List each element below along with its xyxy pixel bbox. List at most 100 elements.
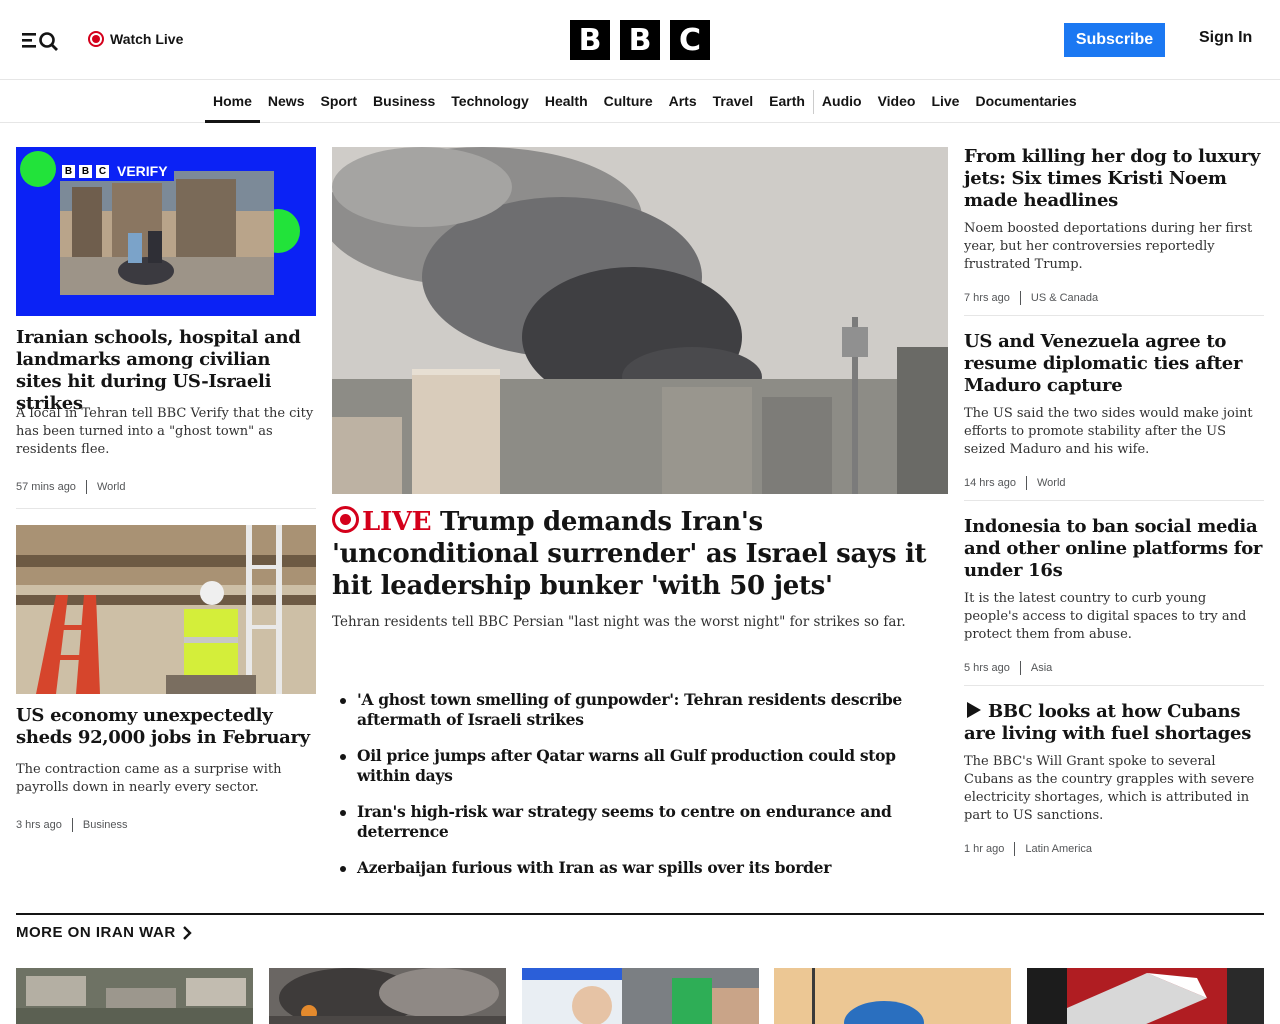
timestamp: 57 mins ago	[16, 481, 76, 493]
play-icon	[967, 702, 981, 718]
lead-story-desc: Tehran residents tell BBC Persian "last …	[332, 614, 906, 630]
sign-in-button[interactable]: Sign In	[1199, 29, 1252, 47]
nav-item-documentaries[interactable]: Documentaries	[967, 81, 1084, 122]
nav-item-audio[interactable]: Audio	[814, 81, 870, 122]
nav-item-sport[interactable]: Sport	[312, 81, 365, 122]
lead-story-image[interactable]	[332, 147, 948, 494]
right-story1-desc: Noem boosted deportations during her fir…	[964, 221, 1253, 272]
right-story3-meta: 5 hrs ago Asia	[964, 661, 1052, 675]
nav-item-arts[interactable]: Arts	[661, 81, 705, 122]
left-divider	[16, 508, 316, 509]
right-story2-title[interactable]: US and Venezuela agree to resume diploma…	[964, 331, 1264, 397]
nav-item-technology[interactable]: Technology	[443, 81, 537, 122]
nav-item-culture[interactable]: Culture	[596, 81, 661, 122]
meta-separator	[71, 818, 73, 832]
right-story4-title-block[interactable]: BBC looks at how Cubans are living with …	[964, 701, 1264, 745]
section-link[interactable]: Asia	[1031, 662, 1052, 674]
nav-item-health[interactable]: Health	[537, 81, 596, 122]
section-rule	[16, 913, 1264, 915]
nav-item-travel[interactable]: Travel	[705, 81, 761, 122]
section-link[interactable]: Business	[83, 819, 128, 831]
bbc-logo[interactable]: B B C	[570, 20, 710, 60]
watch-live-label: Watch Live	[110, 31, 184, 47]
main-nav: Home News Sport Business Technology Heal…	[0, 81, 1280, 123]
live-record-icon	[88, 31, 104, 47]
right-story4-desc: The BBC's Will Grant spoke to several Cu…	[964, 754, 1255, 823]
timestamp: 7 hrs ago	[964, 292, 1010, 304]
menu-search-button[interactable]	[20, 26, 64, 54]
meta-separator	[1025, 476, 1027, 490]
more-thumb-1[interactable]	[16, 968, 253, 1024]
verify-story-image[interactable]: B B C VERIFY	[16, 147, 316, 316]
watch-live-link[interactable]: Watch Live	[88, 28, 183, 50]
top-header: Watch Live B B C Subscribe Sign In	[0, 0, 1280, 80]
thumb-4-art	[774, 968, 1011, 1024]
meta-separator	[1014, 842, 1016, 856]
section-link[interactable]: World	[97, 481, 126, 493]
thumb-5-art	[1027, 968, 1264, 1024]
right-divider-2	[964, 500, 1264, 501]
chevron-right-icon	[182, 925, 192, 940]
verify-badge: B B C VERIFY	[56, 161, 174, 181]
nav-item-home[interactable]: Home	[205, 81, 260, 123]
lead-story-headline-block[interactable]: LIVE Trump demands Iran's 'unconditional…	[332, 506, 948, 602]
section-link[interactable]: Latin America	[1025, 843, 1092, 855]
thumb-2-art	[269, 968, 506, 1024]
related-link-3[interactable]: Iran's high-risk war strategy seems to c…	[340, 802, 948, 842]
verify-badge-c: C	[96, 164, 109, 178]
verify-badge-b1: B	[62, 164, 75, 178]
live-label: LIVE	[362, 507, 432, 537]
nav-list: Home News Sport Business Technology Heal…	[205, 81, 1085, 123]
related-link-4[interactable]: Azerbaijan furious with Iran as war spil…	[340, 858, 948, 878]
right-story1-title[interactable]: From killing her dog to luxury jets: Six…	[964, 146, 1264, 212]
section-heading: MORE ON IRAN WAR	[16, 924, 176, 941]
right-story3-title[interactable]: Indonesia to ban social media and other …	[964, 516, 1264, 582]
logo-block-1: B	[570, 20, 610, 60]
right-story1-meta: 7 hrs ago US & Canada	[964, 291, 1098, 305]
right-story2-meta: 14 hrs ago World	[964, 476, 1066, 490]
menu-search-icon	[22, 32, 58, 51]
nav-item-news[interactable]: News	[260, 81, 313, 122]
thumb-3-art	[522, 968, 759, 1024]
verify-badge-b2: B	[79, 164, 92, 178]
left-story1-desc: A local in Tehran tell BBC Verify that t…	[16, 406, 314, 457]
right-divider-1	[964, 315, 1264, 316]
meta-separator	[85, 480, 87, 494]
left-story2-desc: The contraction came as a surprise with …	[16, 762, 282, 795]
more-thumb-2[interactable]	[269, 968, 506, 1024]
live-icon	[332, 506, 359, 533]
economy-image-art	[16, 525, 316, 694]
right-story3-desc: It is the latest country to curb young p…	[964, 591, 1247, 642]
logo-block-3: C	[670, 20, 710, 60]
nav-item-live[interactable]: Live	[923, 81, 967, 122]
more-thumb-5[interactable]	[1027, 968, 1264, 1024]
verify-badge-label: VERIFY	[117, 163, 168, 179]
smoke-image-art	[332, 147, 948, 494]
meta-separator	[1019, 291, 1021, 305]
timestamp: 3 hrs ago	[16, 819, 62, 831]
related-link-2[interactable]: Oil price jumps after Qatar warns all Gu…	[340, 746, 948, 786]
section-link[interactable]: US & Canada	[1031, 292, 1098, 304]
more-thumb-4[interactable]	[774, 968, 1011, 1024]
logo-block-2: B	[620, 20, 660, 60]
subscribe-button[interactable]: Subscribe	[1064, 23, 1165, 57]
meta-separator	[1019, 661, 1021, 675]
nav-item-earth[interactable]: Earth	[761, 81, 813, 122]
right-story2-desc: The US said the two sides would make joi…	[964, 406, 1253, 457]
timestamp: 14 hrs ago	[964, 477, 1016, 489]
left-story2-meta: 3 hrs ago Business	[16, 818, 128, 832]
timestamp: 1 hr ago	[964, 843, 1005, 855]
more-on-iran-war-link[interactable]: MORE ON IRAN WAR	[16, 924, 192, 941]
right-story4-title[interactable]: BBC looks at how Cubans are living with …	[964, 701, 1251, 744]
nav-item-business[interactable]: Business	[365, 81, 443, 122]
left-story1-title[interactable]: Iranian schools, hospital and landmarks …	[16, 327, 316, 415]
left-story2-title[interactable]: US economy unexpectedly sheds 92,000 job…	[16, 705, 316, 749]
right-divider-3	[964, 685, 1264, 686]
right-story4-meta: 1 hr ago Latin America	[964, 842, 1092, 856]
section-link[interactable]: World	[1037, 477, 1066, 489]
more-thumb-3[interactable]	[522, 968, 759, 1024]
left-story1-meta: 57 mins ago World	[16, 480, 125, 494]
economy-story-image[interactable]	[16, 525, 316, 694]
related-link-1[interactable]: 'A ghost town smelling of gunpowder': Te…	[340, 690, 948, 730]
nav-item-video[interactable]: Video	[870, 81, 924, 122]
